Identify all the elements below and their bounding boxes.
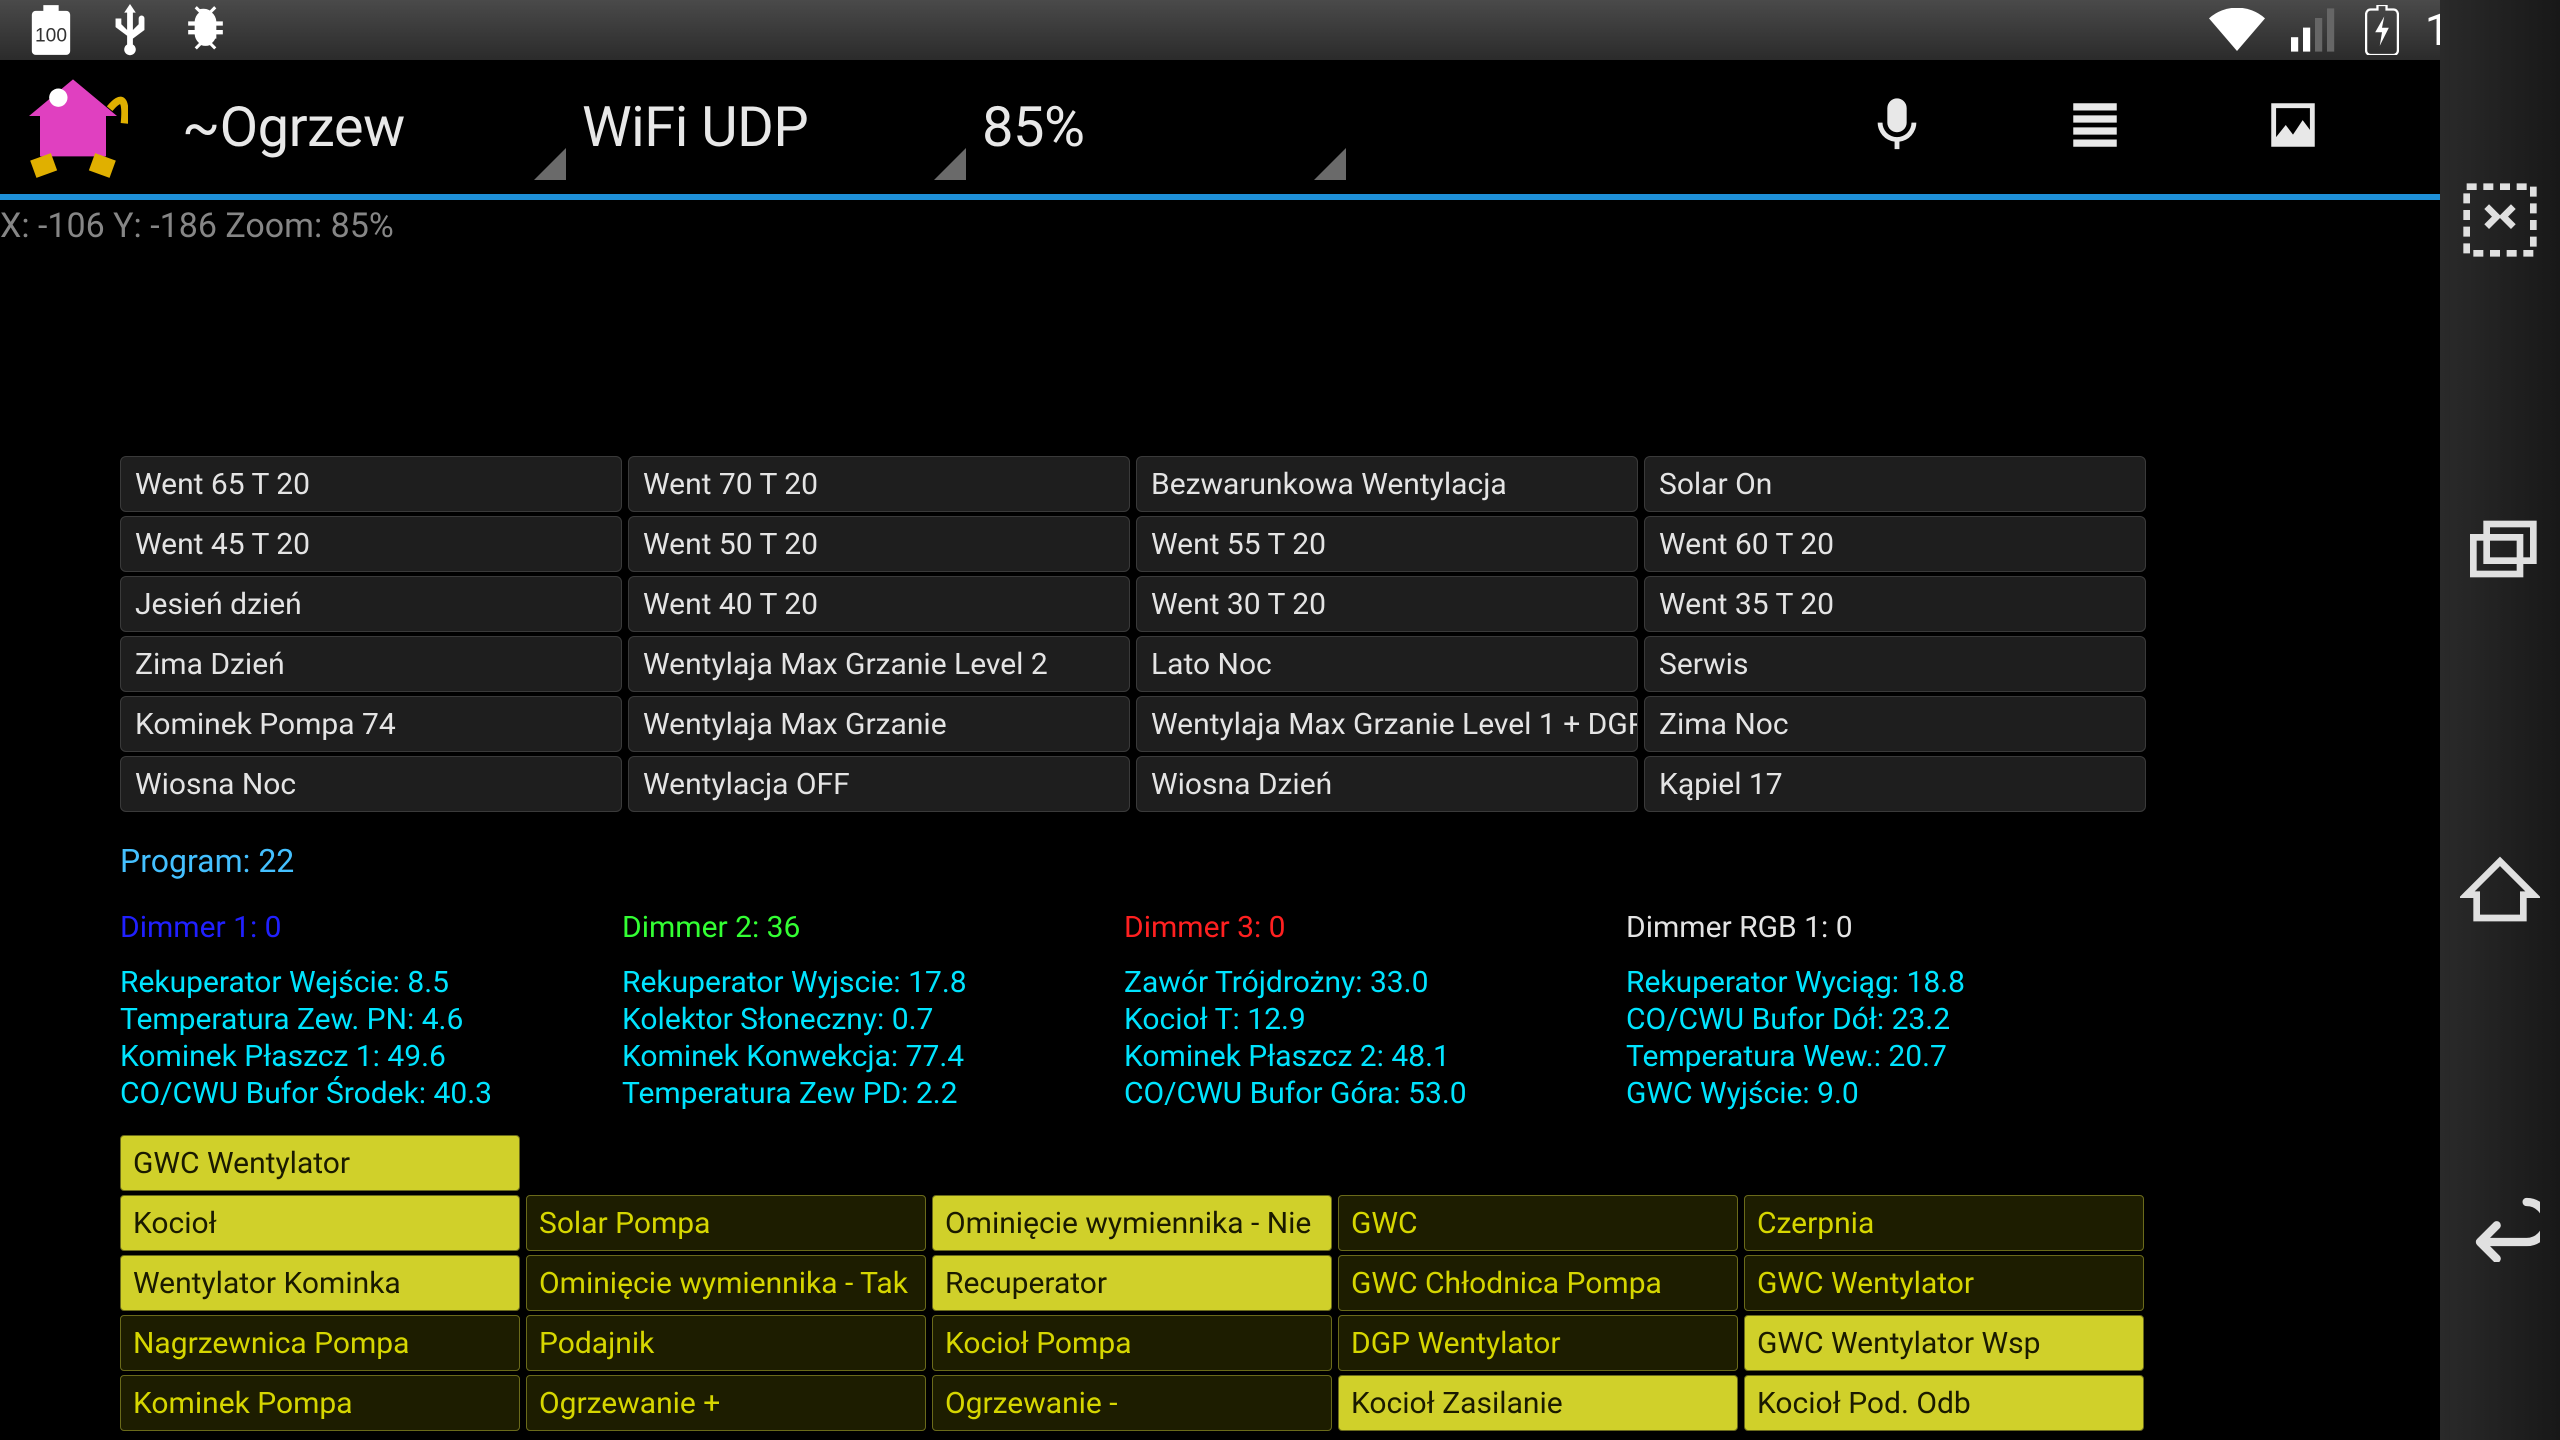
control-button[interactable]: Ogrzewanie + (526, 1375, 926, 1431)
sensor-reading: Rekuperator Wejście: 8.5 (120, 965, 622, 1000)
control-row: GWC Wentylator (120, 1135, 2440, 1191)
control-button[interactable]: Ominięcie wymiennika - Tak (526, 1255, 926, 1311)
list-icon[interactable] (2066, 96, 2124, 158)
preset-button[interactable]: Went 70 T 20 (628, 456, 1130, 512)
image-icon[interactable] (2264, 96, 2322, 158)
sensor-reading: Kolektor Słoneczny: 0.7 (622, 1002, 1124, 1037)
recent-apps-icon[interactable] (2460, 514, 2540, 598)
control-button[interactable]: Kocioł (120, 1195, 520, 1251)
sensor-reading: Kominek Płaszcz 2: 48.1 (1124, 1039, 1626, 1074)
control-button[interactable]: GWC Wentylator Wsp (1744, 1315, 2144, 1371)
control-button[interactable]: Wentylator Kominka (120, 1255, 520, 1311)
control-button[interactable]: GWC (1338, 1195, 1738, 1251)
sensor-reading: Kocioł T: 12.9 (1124, 1002, 1626, 1037)
preset-button[interactable]: Went 55 T 20 (1136, 516, 1638, 572)
usb-icon (112, 4, 148, 56)
sensor-reading: Rekuperator Wyciąg: 18.8 (1626, 965, 2128, 1000)
preset-button[interactable]: Solar On (1644, 456, 2146, 512)
dimmer-2: Dimmer 2: 36 (622, 910, 1124, 945)
preset-button[interactable]: Went 40 T 20 (628, 576, 1130, 632)
cell-signal-icon (2291, 8, 2339, 52)
sensor-reading: Temperatura Zew PD: 2.2 (622, 1076, 1124, 1111)
program-line: Program: 22 (120, 842, 2440, 880)
status-block: Program: 22 Dimmer 1: 0 Dimmer 2: 36 Dim… (120, 842, 2440, 1111)
preset-button[interactable]: Went 65 T 20 (120, 456, 622, 512)
control-button[interactable]: DGP Wentylator (1338, 1315, 1738, 1371)
preset-button[interactable]: Zima Noc (1644, 696, 2146, 752)
control-button[interactable]: Solar Pompa (526, 1195, 926, 1251)
preset-button[interactable]: Wiosna Noc (120, 756, 622, 812)
screenshot-icon[interactable] (2460, 180, 2540, 264)
preset-button[interactable]: Went 45 T 20 (120, 516, 622, 572)
spinner-device[interactable]: ~Ogrzew (168, 72, 568, 182)
dimmer-row: Dimmer 1: 0 Dimmer 2: 36 Dimmer 3: 0 Dim… (120, 910, 2440, 945)
sensor-reading: Kominek Konwekcja: 77.4 (622, 1039, 1124, 1074)
control-button[interactable]: Kominek Pompa (120, 1375, 520, 1431)
control-button[interactable]: Kocioł Pompa (932, 1315, 1332, 1371)
preset-button[interactable]: Went 50 T 20 (628, 516, 1130, 572)
control-row: KociołSolar PompaOminięcie wymiennika - … (120, 1195, 2440, 1251)
back-icon[interactable] (2460, 1182, 2540, 1266)
battery-100-icon: 100 (28, 5, 74, 55)
control-button[interactable]: Kocioł Zasilanie (1338, 1375, 1738, 1431)
preset-button[interactable]: Bezwarunkowa Wentylacja (1136, 456, 1638, 512)
control-row: Kominek PompaOgrzewanie +Ogrzewanie -Koc… (120, 1375, 2440, 1431)
spinner-connection[interactable]: WiFi UDP (568, 72, 968, 182)
sensor-reading: CO/CWU Bufor Góra: 53.0 (1124, 1076, 1626, 1111)
sensor-reading: Kominek Płaszcz 1: 49.6 (120, 1039, 622, 1074)
control-button[interactable]: Nagrzewnica Pompa (120, 1315, 520, 1371)
control-button[interactable]: Czerpnia (1744, 1195, 2144, 1251)
sensor-reading: Rekuperator Wyjscie: 17.8 (622, 965, 1124, 1000)
control-button[interactable]: Recuperator (932, 1255, 1332, 1311)
preset-button[interactable]: Serwis (1644, 636, 2146, 692)
wifi-icon (2209, 8, 2265, 52)
mic-icon[interactable] (1868, 96, 1926, 158)
preset-button[interactable]: Wentylaja Max Grzanie Level 2 (628, 636, 1130, 692)
preset-button[interactable]: Wiosna Dzień (1136, 756, 1638, 812)
battery-charging-icon (2365, 5, 2399, 55)
control-button[interactable]: Ominięcie wymiennika - Nie (932, 1195, 1332, 1251)
preset-grid: Went 65 T 20Went 70 T 20Bezwarunkowa Wen… (120, 456, 2440, 812)
app-logo-icon (18, 72, 128, 182)
dimmer-rgb-1: Dimmer RGB 1: 0 (1626, 910, 2128, 945)
sensor-reading: Zawór Trójdrożny: 33.0 (1124, 965, 1626, 1000)
preset-button[interactable]: Lato Noc (1136, 636, 1638, 692)
preset-button[interactable]: Jesień dzień (120, 576, 622, 632)
dimmer-3: Dimmer 3: 0 (1124, 910, 1626, 945)
app-toolbar: ~Ogrzew WiFi UDP 85% (0, 60, 2560, 200)
android-status-bar: 100 18:43 (0, 0, 2560, 60)
dimmer-1: Dimmer 1: 0 (120, 910, 622, 945)
spinner-zoom[interactable]: 85% (968, 72, 1348, 182)
sensor-reading: Temperatura Zew. PN: 4.6 (120, 1002, 622, 1037)
home-icon[interactable] (2460, 848, 2540, 932)
preset-button[interactable]: Went 30 T 20 (1136, 576, 1638, 632)
coord-zoom-readout: X: -106 Y: -186 Zoom: 85% (0, 200, 2440, 246)
preset-button[interactable]: Kąpiel 17 (1644, 756, 2146, 812)
sensor-reading: GWC Wyjście: 9.0 (1626, 1076, 2128, 1111)
control-row: Wentylator KominkaOminięcie wymiennika -… (120, 1255, 2440, 1311)
control-area: GWC WentylatorKociołSolar PompaOminięcie… (120, 1135, 2440, 1431)
control-row: Nagrzewnica PompaPodajnikKocioł PompaDGP… (120, 1315, 2440, 1371)
adb-debug-icon (186, 6, 238, 54)
preset-button[interactable]: Went 35 T 20 (1644, 576, 2146, 632)
control-button[interactable]: Kocioł Pod. Odb (1744, 1375, 2144, 1431)
preset-button[interactable]: Wentylacja OFF (628, 756, 1130, 812)
sensor-reading: Temperatura Wew.: 20.7 (1626, 1039, 2128, 1074)
control-button[interactable]: GWC Chłodnica Pompa (1338, 1255, 1738, 1311)
preset-button[interactable]: Went 60 T 20 (1644, 516, 2146, 572)
control-button[interactable]: Podajnik (526, 1315, 926, 1371)
sensor-reading: CO/CWU Bufor Środek: 40.3 (120, 1076, 622, 1111)
sensor-grid: Rekuperator Wejście: 8.5Rekuperator Wyjs… (120, 965, 2440, 1111)
preset-button[interactable]: Kominek Pompa 74 (120, 696, 622, 752)
control-button[interactable]: Ogrzewanie - (932, 1375, 1332, 1431)
sensor-reading: CO/CWU Bufor Dół: 23.2 (1626, 1002, 2128, 1037)
control-button[interactable]: GWC Wentylator (1744, 1255, 2144, 1311)
android-system-nav (2440, 0, 2560, 1440)
preset-button[interactable]: Wentylaja Max Grzanie Level 1 + DGP (1136, 696, 1638, 752)
control-button[interactable]: GWC Wentylator (120, 1135, 520, 1191)
preset-button[interactable]: Zima Dzień (120, 636, 622, 692)
svg-text:100: 100 (35, 25, 67, 46)
preset-button[interactable]: Wentylaja Max Grzanie (628, 696, 1130, 752)
